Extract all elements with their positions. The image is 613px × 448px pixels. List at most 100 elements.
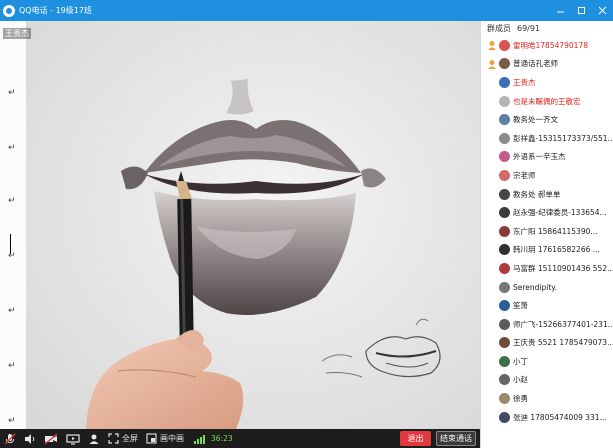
avatar [499, 355, 510, 367]
badge-slot [486, 169, 498, 181]
member-row[interactable]: 韩川玥 17616582266 ... [481, 241, 613, 260]
fullscreen-icon [108, 433, 119, 444]
picture-in-picture-label: 画中画 [160, 434, 184, 443]
exit-button[interactable]: 退出 [400, 431, 431, 446]
member-name: 普通话孔老师 [513, 59, 558, 69]
member-row[interactable]: 小丁 [481, 352, 613, 371]
mic-button[interactable] [0, 429, 20, 448]
fullscreen-button[interactable]: 全屏 [104, 429, 142, 448]
member-row[interactable]: 彭祥鑫-15315173373/551... [481, 129, 613, 148]
paragraph-mark: ↵ [8, 361, 16, 371]
member-name: 赵永强-纪律委员-133654... [513, 208, 607, 218]
avatar [499, 262, 510, 274]
host-icon [486, 39, 498, 51]
member-row[interactable]: 笙箫 [481, 296, 613, 315]
member-name: 小丁 [513, 356, 528, 366]
member-list[interactable]: 雷明皓17854790178 普通话孔老师 王贵杰 也是未瞩偶的王敬宏 教务处一… [481, 36, 613, 426]
badge-slot [486, 262, 498, 274]
member-row[interactable]: 东广阳 15864115390... [481, 222, 613, 241]
member-name: 小赵 [513, 375, 528, 385]
member-name: 东广阳 15864115390... [513, 226, 598, 236]
shared-video-area[interactable]: ↵ ↵ ↵ ↵ ↵ ↵ ↵ 王贵杰 [0, 21, 480, 429]
member-name: 王庆贵 5521 1785479073... [513, 338, 613, 348]
member-row[interactable]: Serendipity. [481, 278, 613, 297]
paragraph-mark: ↵ [8, 143, 16, 153]
title-bar[interactable]: QQ电话 - 19级17班 [0, 0, 613, 21]
member-list-label: 群成员 [487, 24, 511, 33]
user-icon [89, 434, 99, 444]
close-button[interactable] [592, 0, 613, 21]
end-call-button[interactable]: 结束通话 [436, 431, 476, 446]
member-row[interactable]: 王庆贵 5521 1785479073... [481, 334, 613, 353]
member-name: 也是未瞩偶的王敬宏 [513, 96, 581, 106]
badge-slot [486, 244, 498, 256]
invite-button[interactable] [84, 429, 104, 448]
avatar [499, 318, 510, 330]
member-name: 师广飞-15266377401-231... [513, 319, 613, 329]
member-name: 教务处 郝单单 [513, 189, 561, 199]
text-caret [10, 234, 11, 254]
avatar [499, 281, 510, 293]
speaker-name-tag: 王贵杰 [3, 28, 31, 39]
minimize-icon [557, 11, 564, 13]
paragraph-mark: ↵ [8, 416, 16, 426]
avatar [499, 58, 510, 70]
badge-slot [486, 355, 498, 367]
member-name: 宗老师 [513, 170, 536, 180]
screen-share-icon [66, 433, 80, 445]
badge-slot [486, 337, 498, 349]
member-row[interactable]: 教务处一齐文 [481, 110, 613, 129]
avatar [499, 169, 510, 181]
screen-share-button[interactable] [62, 429, 84, 448]
badge-slot [486, 95, 498, 107]
camera-button[interactable] [40, 429, 62, 448]
speaker-icon [25, 433, 35, 444]
member-name: 笙箫 [513, 301, 528, 311]
badge-slot [486, 300, 498, 312]
mic-off-icon [4, 433, 16, 444]
avatar [499, 244, 510, 256]
avatar [499, 39, 510, 51]
avatar [499, 151, 510, 163]
member-row[interactable]: 教务处 郝单单 [481, 185, 613, 204]
call-timer: 36:23 [211, 434, 233, 443]
member-name: 外语系一辛玉杰 [513, 152, 566, 162]
avatar [499, 374, 510, 386]
qq-call-window: QQ电话 - 19级17班 ↵ ↵ ↵ ↵ ↵ ↵ ↵ 王贵杰 群成员 69/9… [0, 0, 613, 448]
badge-slot [486, 76, 498, 88]
member-name: 马富群 15110901436 552... [513, 263, 613, 273]
lip-sketch-video [26, 21, 480, 429]
avatar [499, 76, 510, 88]
member-row[interactable]: 普通话孔老师 [481, 55, 613, 74]
member-row[interactable]: 也是未瞩偶的王敬宏 [481, 92, 613, 111]
qq-call-logo-icon [3, 4, 15, 17]
member-list-header: 群成员 69/91 [481, 21, 613, 36]
avatar [499, 188, 510, 200]
badge-slot [486, 318, 498, 330]
badge-slot [486, 188, 498, 200]
paragraph-mark: ↵ [8, 88, 16, 98]
avatar [499, 132, 510, 144]
member-row[interactable]: 徐勇 [481, 389, 613, 408]
member-row[interactable]: 宗老师 [481, 166, 613, 185]
member-row[interactable]: 雷明皓17854790178 [481, 36, 613, 55]
host-icon [486, 58, 498, 70]
member-row[interactable]: 外语系一辛玉杰 [481, 148, 613, 167]
member-row[interactable]: 马富群 15110901436 552... [481, 259, 613, 278]
member-row[interactable]: 赵永强-纪律委员-133654... [481, 203, 613, 222]
member-row[interactable]: 小赵 [481, 371, 613, 390]
speaker-button[interactable] [20, 429, 40, 448]
badge-slot [486, 374, 498, 386]
member-row[interactable]: 张迪 17805474009 331... [481, 408, 613, 427]
badge-slot [486, 411, 498, 423]
member-row[interactable]: 王贵杰 [481, 73, 613, 92]
member-row[interactable]: 师广飞-15266377401-231... [481, 315, 613, 334]
camera-off-icon [44, 433, 58, 444]
minimize-button[interactable] [550, 0, 571, 21]
maximize-button[interactable] [571, 0, 592, 21]
avatar [499, 114, 510, 126]
badge-slot [486, 151, 498, 163]
avatar [499, 300, 510, 312]
picture-in-picture-button[interactable]: 画中画 [142, 429, 188, 448]
member-name: 韩川玥 17616582266 ... [513, 245, 600, 255]
